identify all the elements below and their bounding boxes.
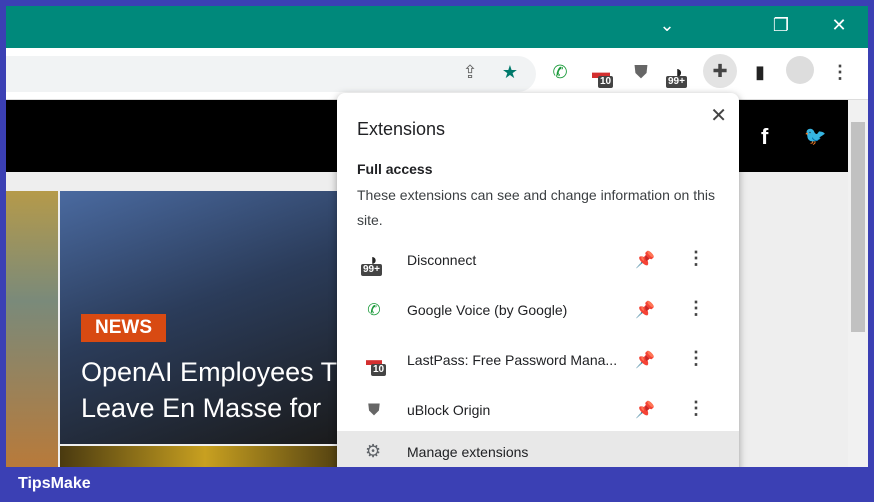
- close-window-button[interactable]: ✕: [814, 6, 864, 44]
- share-icon[interactable]: ⇪: [457, 62, 483, 83]
- ublock-icon[interactable]: ⛊: [628, 62, 654, 83]
- ublock-icon: ⛊: [367, 402, 380, 419]
- disconnect-icon: ◗ 99+: [361, 252, 382, 276]
- extension-name: uBlock Origin: [407, 402, 491, 418]
- headline-line-1: OpenAI Employees T: [81, 357, 338, 387]
- restore-button[interactable]: ❐: [756, 6, 806, 44]
- brand-watermark: TipsMake: [18, 475, 91, 492]
- section-description: These extensions can see and change info…: [357, 187, 716, 228]
- disconnect-badge: 99+: [361, 264, 382, 276]
- scrollbar-thumb[interactable]: [851, 122, 865, 332]
- title-bar: ⌄ ❐ ✕: [6, 6, 868, 48]
- extension-item-ublock[interactable]: ⛊ uBlock Origin 📌 ⋮: [337, 386, 739, 436]
- side-panel-icon[interactable]: ▮: [747, 62, 773, 83]
- section-heading: Full access: [357, 161, 433, 177]
- extension-item-lastpass[interactable]: ▬ 10 LastPass: Free Password Mana... 📌 ⋮: [337, 336, 739, 386]
- extension-name: Google Voice (by Google): [407, 302, 568, 318]
- extensions-puzzle-icon[interactable]: ✚: [703, 54, 737, 88]
- gear-icon: ⚙: [365, 441, 382, 461]
- extension-item-google-voice[interactable]: ✆ Google Voice (by Google) 📌 ⋮: [337, 286, 739, 336]
- more-options-icon[interactable]: ⋮: [687, 348, 705, 369]
- extension-name: LastPass: Free Password Mana...: [407, 352, 618, 368]
- more-options-icon[interactable]: ⋮: [687, 398, 705, 419]
- profile-avatar[interactable]: [786, 56, 814, 84]
- pin-icon[interactable]: 📌: [635, 350, 655, 370]
- pin-icon[interactable]: 📌: [635, 300, 655, 320]
- extension-item-disconnect[interactable]: ◗ 99+ Disconnect 📌 ⋮: [337, 236, 739, 286]
- menu-kebab-icon[interactable]: ⋮: [827, 62, 853, 83]
- google-voice-icon: ✆: [367, 302, 381, 319]
- headline-line-2: Leave En Masse for: [81, 393, 322, 423]
- article-image-bottom[interactable]: [60, 446, 350, 467]
- lastpass-icon: ▬ 10: [366, 352, 387, 376]
- more-options-icon[interactable]: ⋮: [687, 248, 705, 269]
- manage-extensions-label: Manage extensions: [407, 444, 529, 460]
- facebook-icon[interactable]: f: [761, 124, 768, 150]
- lastpass-badge: 10: [598, 76, 614, 88]
- extensions-popup: Extensions ✕ Full access These extension…: [337, 93, 739, 467]
- scrollbar[interactable]: [848, 100, 868, 467]
- article-headline[interactable]: OpenAI Employees T Leave En Masse for: [81, 354, 337, 426]
- tab-search-chevron-icon[interactable]: ⌄: [642, 6, 692, 44]
- news-tag[interactable]: NEWS: [81, 314, 166, 342]
- bookmark-star-icon[interactable]: ★: [497, 62, 523, 83]
- twitter-icon[interactable]: 🐦: [804, 126, 826, 147]
- google-voice-icon[interactable]: ✆: [547, 62, 573, 83]
- pin-icon[interactable]: 📌: [635, 400, 655, 420]
- article-card[interactable]: NEWS OpenAI Employees T Leave En Masse fo…: [60, 191, 350, 444]
- browser-window: ⌄ ❐ ✕ ⇪ ★ ✆ ▬ 10 ⛊ ◗ 99+ ✚ ▮ ⋮ f 🐦 NEWS Op…: [6, 6, 868, 467]
- article-image-left[interactable]: [6, 191, 58, 467]
- disconnect-badge: 99+: [666, 76, 687, 88]
- disconnect-icon[interactable]: ◗ 99+: [666, 62, 692, 88]
- lastpass-badge: 10: [371, 364, 387, 376]
- close-popup-icon[interactable]: ✕: [710, 103, 727, 128]
- lastpass-icon[interactable]: ▬ 10: [588, 62, 614, 88]
- popup-title: Extensions: [357, 119, 446, 139]
- extension-name: Disconnect: [407, 252, 477, 268]
- manage-extensions-button[interactable]: ⚙ Manage extensions: [337, 431, 739, 467]
- more-options-icon[interactable]: ⋮: [687, 298, 705, 319]
- pin-icon[interactable]: 📌: [635, 250, 655, 270]
